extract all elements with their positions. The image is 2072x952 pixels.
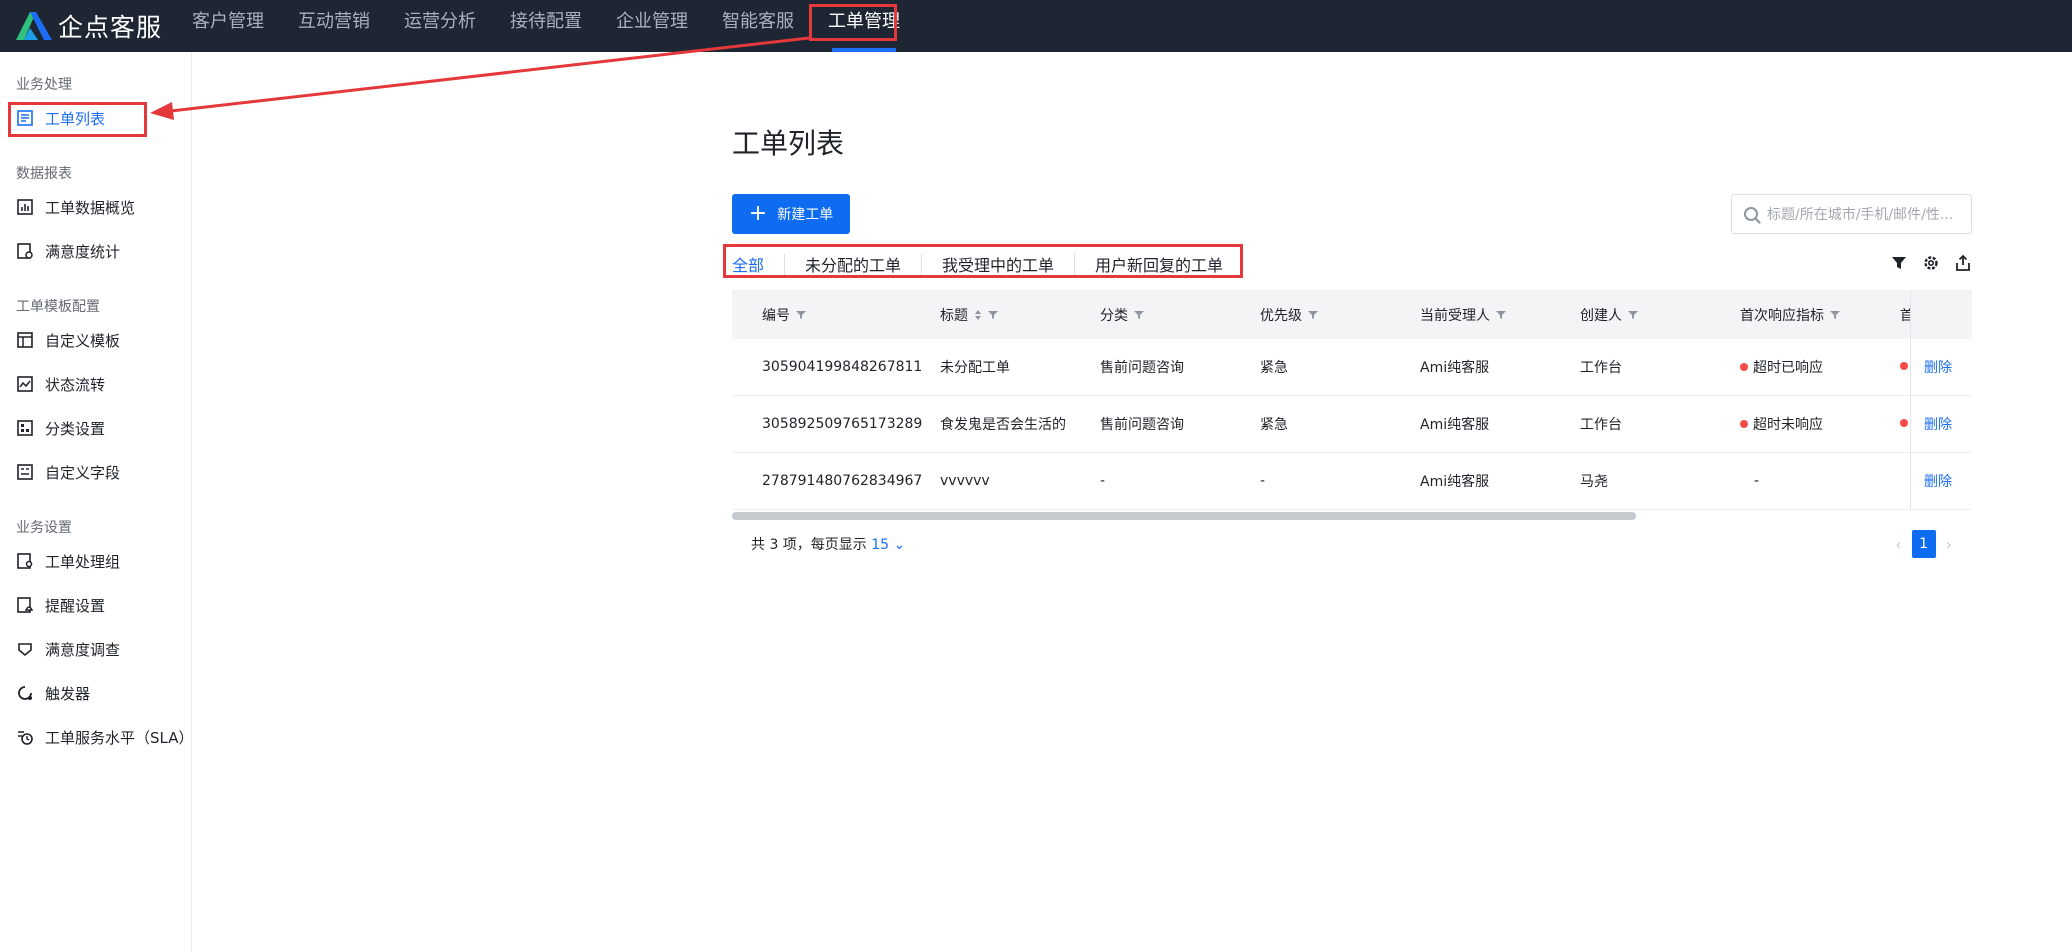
annotation-arrow — [150, 36, 810, 120]
